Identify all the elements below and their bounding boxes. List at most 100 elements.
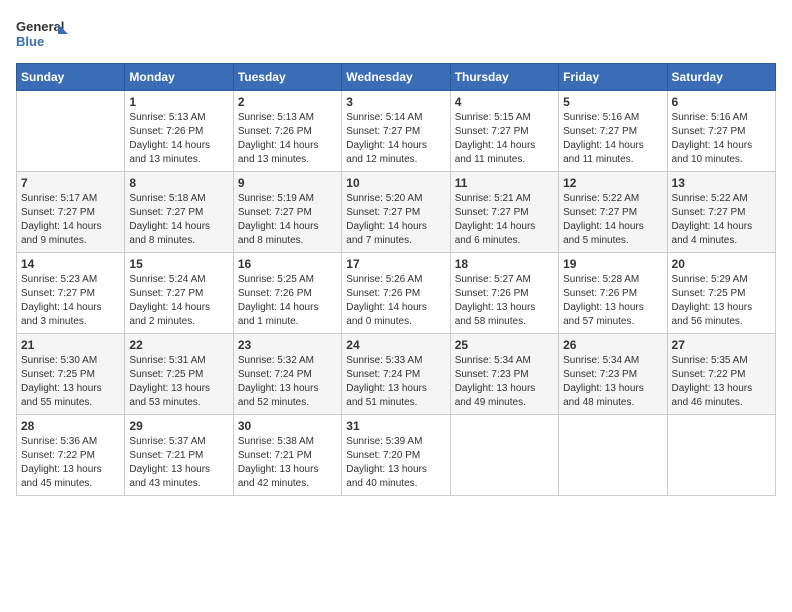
cell-content: Sunrise: 5:31 AM Sunset: 7:25 PM Dayligh… bbox=[129, 354, 228, 410]
calendar-cell: 22 Sunrise: 5:31 AM Sunset: 7:25 PM Dayli… bbox=[125, 334, 233, 415]
calendar-cell: 18Sunrise: 5:27 AM Sunset: 7:26 PM Dayli… bbox=[450, 253, 558, 334]
cell-content: Sunrise: 5:15 AM Sunset: 7:27 PM Dayligh… bbox=[455, 111, 554, 167]
cell-content: Sunrise: 5:39 AM Sunset: 7:20 PM Dayligh… bbox=[346, 435, 445, 491]
calendar-cell: 20 Sunrise: 5:29 AM Sunset: 7:25 PM Dayli… bbox=[667, 253, 775, 334]
cell-content: Sunrise: 5:33 AM Sunset: 7:24 PM Dayligh… bbox=[346, 354, 445, 410]
day-number: 5 bbox=[563, 95, 662, 109]
day-number: 21 bbox=[21, 338, 120, 352]
calendar-cell: 4 Sunrise: 5:15 AM Sunset: 7:27 PM Daylig… bbox=[450, 91, 558, 172]
calendar-cell: 11 Sunrise: 5:21 AM Sunset: 7:27 PM Dayli… bbox=[450, 172, 558, 253]
cell-content: Sunrise: 5:26 AM Sunset: 7:26 PM Dayligh… bbox=[346, 273, 445, 329]
calendar-week-3: 14 Sunrise: 5:23 AM Sunset: 7:27 PM Dayli… bbox=[17, 253, 776, 334]
cell-content: Sunrise: 5:13 AM Sunset: 7:26 PM Dayligh… bbox=[129, 111, 228, 167]
day-number: 28 bbox=[21, 419, 120, 433]
calendar-cell: 28 Sunrise: 5:36 AM Sunset: 7:22 PM Dayli… bbox=[17, 415, 125, 496]
calendar-cell: 19 Sunrise: 5:28 AM Sunset: 7:26 PM Dayli… bbox=[559, 253, 667, 334]
day-number: 1 bbox=[129, 95, 228, 109]
cell-content: Sunrise: 5:30 AM Sunset: 7:25 PM Dayligh… bbox=[21, 354, 120, 410]
cell-content: Sunrise: 5:22 AM Sunset: 7:27 PM Dayligh… bbox=[672, 192, 771, 248]
day-number: 20 bbox=[672, 257, 771, 271]
cell-content: Sunrise: 5:34 AM Sunset: 7:23 PM Dayligh… bbox=[455, 354, 554, 410]
calendar-cell: 12 Sunrise: 5:22 AM Sunset: 7:27 PM Dayli… bbox=[559, 172, 667, 253]
calendar-cell: 26 Sunrise: 5:34 AM Sunset: 7:23 PM Dayli… bbox=[559, 334, 667, 415]
cell-content: Sunrise: 5:16 AM Sunset: 7:27 PM Dayligh… bbox=[563, 111, 662, 167]
cell-content: Sunrise: 5:36 AM Sunset: 7:22 PM Dayligh… bbox=[21, 435, 120, 491]
calendar-cell: 31 Sunrise: 5:39 AM Sunset: 7:20 PM Dayli… bbox=[342, 415, 450, 496]
calendar-cell bbox=[559, 415, 667, 496]
day-number: 30 bbox=[238, 419, 337, 433]
calendar-cell: 15Sunrise: 5:24 AM Sunset: 7:27 PM Dayli… bbox=[125, 253, 233, 334]
day-number: 26 bbox=[563, 338, 662, 352]
day-number: 6 bbox=[672, 95, 771, 109]
cell-content: Sunrise: 5:22 AM Sunset: 7:27 PM Dayligh… bbox=[563, 192, 662, 248]
day-number: 4 bbox=[455, 95, 554, 109]
day-number: 13 bbox=[672, 176, 771, 190]
calendar-week-1: 1 Sunrise: 5:13 AM Sunset: 7:26 PM Daylig… bbox=[17, 91, 776, 172]
calendar-week-2: 7 Sunrise: 5:17 AM Sunset: 7:27 PM Daylig… bbox=[17, 172, 776, 253]
calendar-cell: 17Sunrise: 5:26 AM Sunset: 7:26 PM Dayli… bbox=[342, 253, 450, 334]
header-day-saturday: Saturday bbox=[667, 64, 775, 91]
cell-content: Sunrise: 5:34 AM Sunset: 7:23 PM Dayligh… bbox=[563, 354, 662, 410]
calendar-cell: 7 Sunrise: 5:17 AM Sunset: 7:27 PM Daylig… bbox=[17, 172, 125, 253]
cell-content: Sunrise: 5:24 AM Sunset: 7:27 PM Dayligh… bbox=[129, 273, 228, 329]
cell-content: Sunrise: 5:35 AM Sunset: 7:22 PM Dayligh… bbox=[672, 354, 771, 410]
day-number: 7 bbox=[21, 176, 120, 190]
header-day-wednesday: Wednesday bbox=[342, 64, 450, 91]
cell-content: Sunrise: 5:13 AM Sunset: 7:26 PM Dayligh… bbox=[238, 111, 337, 167]
calendar-table: SundayMondayTuesdayWednesdayThursdayFrid… bbox=[16, 63, 776, 496]
logo-svg: GeneralBlue bbox=[16, 16, 71, 51]
cell-content: Sunrise: 5:21 AM Sunset: 7:27 PM Dayligh… bbox=[455, 192, 554, 248]
day-number: 11 bbox=[455, 176, 554, 190]
cell-content: Sunrise: 5:17 AM Sunset: 7:27 PM Dayligh… bbox=[21, 192, 120, 248]
cell-content: Sunrise: 5:32 AM Sunset: 7:24 PM Dayligh… bbox=[238, 354, 337, 410]
cell-content: Sunrise: 5:23 AM Sunset: 7:27 PM Dayligh… bbox=[21, 273, 120, 329]
day-number: 19 bbox=[563, 257, 662, 271]
calendar-cell: 16 Sunrise: 5:25 AM Sunset: 7:26 PM Dayli… bbox=[233, 253, 341, 334]
calendar-cell: 29Sunrise: 5:37 AM Sunset: 7:21 PM Dayli… bbox=[125, 415, 233, 496]
day-number: 25 bbox=[455, 338, 554, 352]
day-number: 24 bbox=[346, 338, 445, 352]
svg-text:General: General bbox=[16, 19, 64, 34]
calendar-cell: 13 Sunrise: 5:22 AM Sunset: 7:27 PM Dayli… bbox=[667, 172, 775, 253]
day-number: 27 bbox=[672, 338, 771, 352]
day-number: 10 bbox=[346, 176, 445, 190]
calendar-week-4: 21 Sunrise: 5:30 AM Sunset: 7:25 PM Dayli… bbox=[17, 334, 776, 415]
svg-text:Blue: Blue bbox=[16, 34, 44, 49]
page-header: GeneralBlue bbox=[16, 16, 776, 51]
calendar-cell: 23 Sunrise: 5:32 AM Sunset: 7:24 PM Dayli… bbox=[233, 334, 341, 415]
calendar-week-5: 28 Sunrise: 5:36 AM Sunset: 7:22 PM Dayli… bbox=[17, 415, 776, 496]
calendar-cell bbox=[667, 415, 775, 496]
calendar-cell: 6 Sunrise: 5:16 AM Sunset: 7:27 PM Daylig… bbox=[667, 91, 775, 172]
cell-content: Sunrise: 5:25 AM Sunset: 7:26 PM Dayligh… bbox=[238, 273, 337, 329]
cell-content: Sunrise: 5:29 AM Sunset: 7:25 PM Dayligh… bbox=[672, 273, 771, 329]
calendar-cell: 10Sunrise: 5:20 AM Sunset: 7:27 PM Dayli… bbox=[342, 172, 450, 253]
day-number: 16 bbox=[238, 257, 337, 271]
calendar-cell: 21 Sunrise: 5:30 AM Sunset: 7:25 PM Dayli… bbox=[17, 334, 125, 415]
day-number: 31 bbox=[346, 419, 445, 433]
header-day-sunday: Sunday bbox=[17, 64, 125, 91]
cell-content: Sunrise: 5:27 AM Sunset: 7:26 PM Dayligh… bbox=[455, 273, 554, 329]
day-number: 29 bbox=[129, 419, 228, 433]
calendar-cell: 30 Sunrise: 5:38 AM Sunset: 7:21 PM Dayli… bbox=[233, 415, 341, 496]
cell-content: Sunrise: 5:16 AM Sunset: 7:27 PM Dayligh… bbox=[672, 111, 771, 167]
cell-content: Sunrise: 5:38 AM Sunset: 7:21 PM Dayligh… bbox=[238, 435, 337, 491]
logo: GeneralBlue bbox=[16, 16, 71, 51]
day-number: 22 bbox=[129, 338, 228, 352]
header-day-friday: Friday bbox=[559, 64, 667, 91]
day-number: 23 bbox=[238, 338, 337, 352]
cell-content: Sunrise: 5:19 AM Sunset: 7:27 PM Dayligh… bbox=[238, 192, 337, 248]
cell-content: Sunrise: 5:18 AM Sunset: 7:27 PM Dayligh… bbox=[129, 192, 228, 248]
calendar-cell: 9 Sunrise: 5:19 AM Sunset: 7:27 PM Daylig… bbox=[233, 172, 341, 253]
calendar-cell: 1 Sunrise: 5:13 AM Sunset: 7:26 PM Daylig… bbox=[125, 91, 233, 172]
calendar-cell: 8Sunrise: 5:18 AM Sunset: 7:27 PM Daylig… bbox=[125, 172, 233, 253]
calendar-cell bbox=[17, 91, 125, 172]
calendar-cell: 5 Sunrise: 5:16 AM Sunset: 7:27 PM Daylig… bbox=[559, 91, 667, 172]
cell-content: Sunrise: 5:28 AM Sunset: 7:26 PM Dayligh… bbox=[563, 273, 662, 329]
day-number: 12 bbox=[563, 176, 662, 190]
day-number: 3 bbox=[346, 95, 445, 109]
day-number: 14 bbox=[21, 257, 120, 271]
day-number: 9 bbox=[238, 176, 337, 190]
calendar-cell bbox=[450, 415, 558, 496]
calendar-cell: 27 Sunrise: 5:35 AM Sunset: 7:22 PM Dayli… bbox=[667, 334, 775, 415]
cell-content: Sunrise: 5:14 AM Sunset: 7:27 PM Dayligh… bbox=[346, 111, 445, 167]
